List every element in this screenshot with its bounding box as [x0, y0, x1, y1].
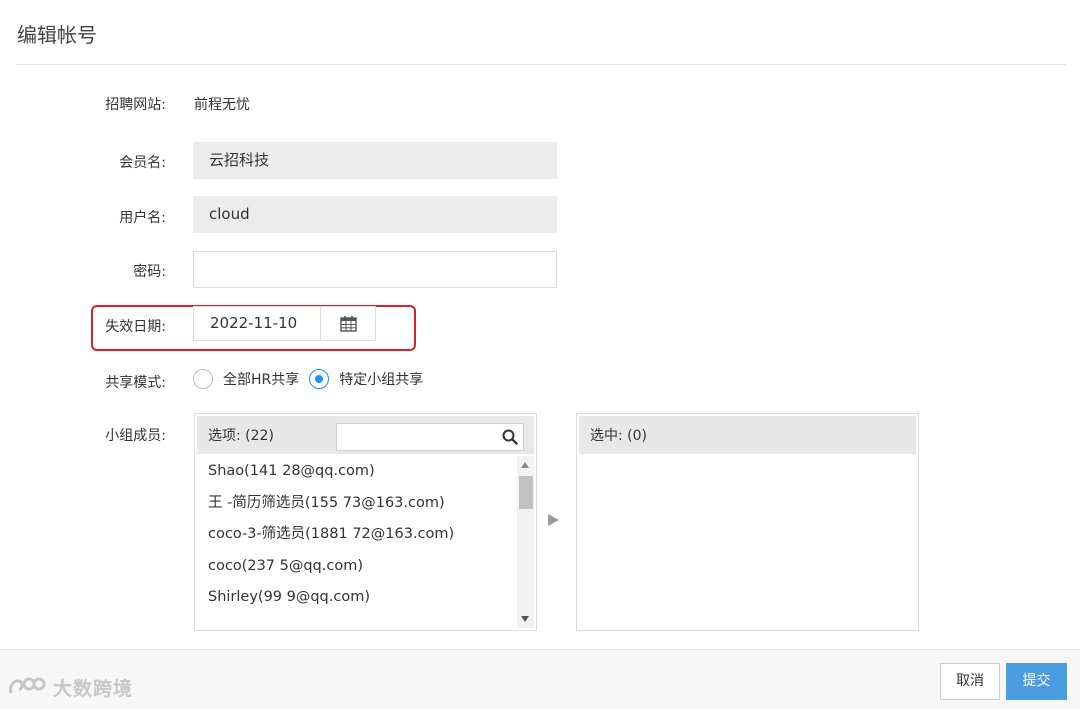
list-item[interactable]: 王 -简历筛选员(155 73@163.com)	[197, 488, 517, 520]
cancel-button[interactable]: 取消	[940, 663, 1000, 700]
list-item[interactable]: Shao(141 28@qq.com)	[197, 456, 517, 488]
logo-icon	[9, 677, 46, 693]
transfer-right-icon[interactable]	[548, 514, 559, 526]
site-label: 招聘网站:	[105, 97, 166, 113]
selected-panel-header: 选中: (0)	[579, 416, 916, 454]
selected-count-label: 选中: (0)	[590, 428, 647, 444]
list-item[interactable]: coco(237 5@qq.com)	[197, 551, 517, 583]
expiry-date-picker: 2022-11-10	[193, 306, 376, 341]
password-input[interactable]	[193, 251, 557, 288]
list-item[interactable]: Shirley(99 9@qq.com)	[197, 582, 517, 614]
watermark-text: 大数跨境	[53, 678, 134, 700]
share-mode-label: 共享模式:	[105, 375, 166, 391]
group-members-label: 小组成员:	[105, 428, 166, 444]
scroll-thumb[interactable]	[519, 476, 533, 509]
member-search-input[interactable]	[336, 423, 524, 451]
share-group-radio[interactable]	[309, 369, 330, 389]
share-all-radio[interactable]	[193, 369, 213, 389]
submit-button[interactable]: 提交	[1006, 663, 1067, 700]
selected-panel: 选中: (0)	[576, 413, 919, 631]
scroll-down-icon[interactable]	[521, 616, 529, 622]
calendar-icon	[339, 316, 357, 332]
share-group-label[interactable]: 特定小组共享	[339, 369, 423, 389]
options-panel-header: 选项: (22)	[197, 416, 534, 454]
password-label: 密码:	[133, 264, 166, 280]
calendar-button[interactable]	[320, 307, 375, 340]
share-mode-group: 全部HR共享 特定小组共享	[193, 369, 433, 389]
site-value: 前程无忧	[194, 97, 250, 113]
member-name-field: 云招科技	[193, 142, 557, 179]
username-label: 用户名:	[119, 210, 166, 226]
options-scrollbar[interactable]	[517, 456, 534, 628]
page-title: 编辑帐号	[17, 23, 97, 47]
expiry-date-label: 失效日期:	[105, 319, 166, 335]
title-divider	[16, 64, 1066, 65]
scroll-up-icon[interactable]	[521, 462, 529, 468]
watermark: 大数跨境	[7, 674, 133, 701]
username-field: cloud	[193, 196, 557, 233]
search-icon[interactable]	[502, 429, 518, 445]
list-item[interactable]: coco-3-筛选员(1881 72@163.com)	[197, 519, 517, 551]
options-list: Shao(141 28@qq.com) 王 -简历筛选员(155 73@163.…	[197, 456, 517, 630]
options-count-label: 选项: (22)	[208, 428, 274, 444]
dialog-footer	[0, 649, 1080, 709]
expiry-date-input[interactable]: 2022-11-10	[194, 307, 320, 340]
share-all-label[interactable]: 全部HR共享	[223, 369, 299, 389]
options-panel: 选项: (22) Shao(141 28@qq.com) 王 -简历筛选员(15…	[194, 413, 537, 631]
member-name-label: 会员名:	[119, 155, 166, 171]
